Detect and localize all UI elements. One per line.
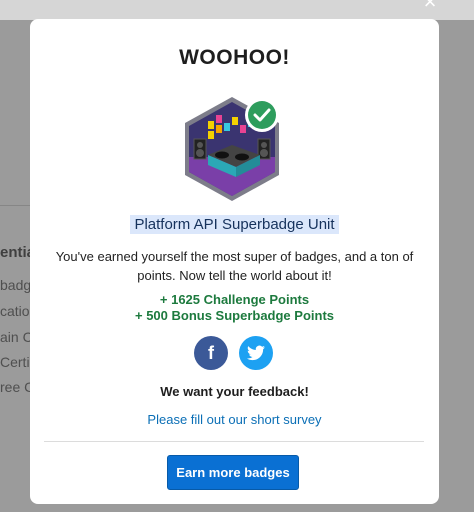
earn-more-badges-button[interactable]: Earn more badges (167, 455, 299, 490)
background-item: catio (0, 303, 30, 319)
modal-divider (44, 441, 424, 442)
modal-title: WOOHOO! (179, 46, 290, 69)
facebook-icon: f (208, 342, 214, 363)
background-section-heading: entia (0, 244, 32, 261)
challenge-points: + 1625 Challenge Points (159, 292, 310, 307)
twitter-icon (247, 345, 265, 361)
badge-name: Platform API Superbadge Unit (30, 215, 439, 234)
facebook-share-button[interactable]: f (194, 336, 228, 370)
points-summary: + 1625 Challenge Points + 500 Bonus Supe… (30, 292, 439, 324)
superbadge-icon (185, 97, 279, 201)
close-icon[interactable]: × (420, 0, 440, 13)
survey-link[interactable]: Please fill out our short survey (30, 412, 439, 427)
feedback-heading: We want your feedback! (160, 384, 309, 399)
twitter-share-button[interactable] (239, 336, 273, 370)
background-item: badg (0, 277, 30, 293)
badge-name-text: Platform API Superbadge Unit (130, 215, 339, 234)
badge-earned-modal: WOOHOO! Platform API Superbadge Unit You… (30, 19, 439, 504)
background-item: ain C (0, 329, 30, 345)
background-item: Certi (0, 354, 30, 370)
background-item: ree C (0, 379, 30, 395)
bonus-points: + 500 Bonus Superbadge Points (134, 308, 335, 323)
badge-description: You've earned yourself the most super of… (55, 249, 414, 283)
